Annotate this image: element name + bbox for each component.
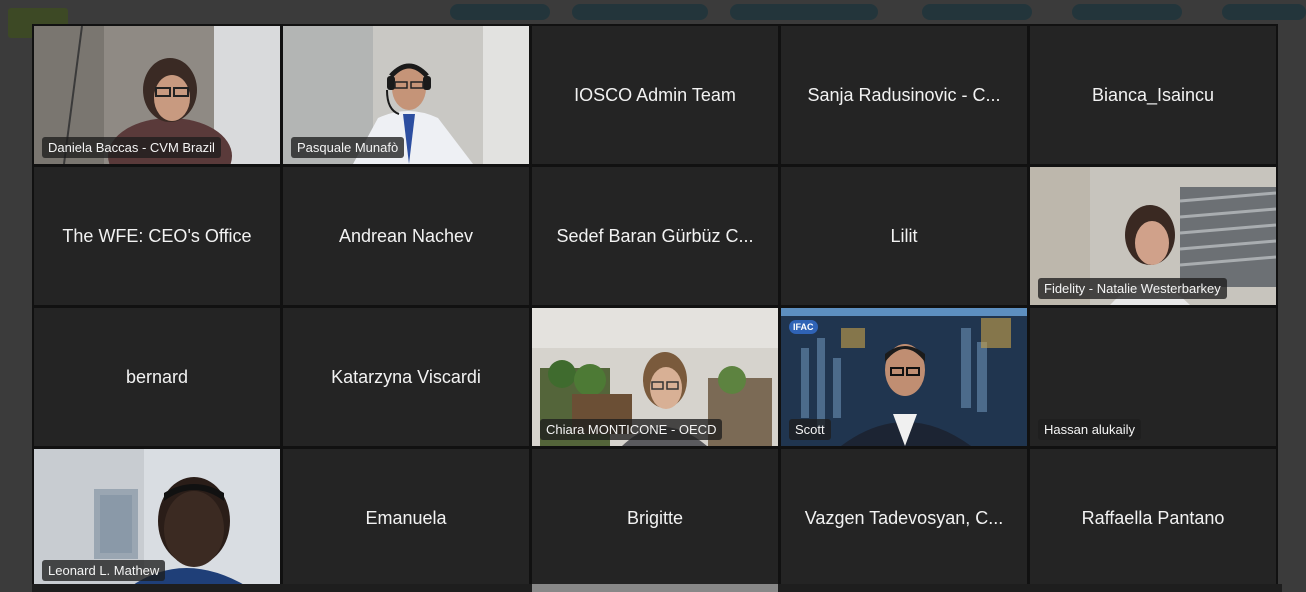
participant-tile[interactable]: Raffaella Pantano [1030,449,1276,587]
participant-name: The WFE: CEO's Office [62,225,252,246]
participant-name: Katarzyna Viscardi [331,366,481,387]
participant-tile-video[interactable]: IFAC Scott [781,308,1027,446]
ifac-logo: IFAC [789,320,818,334]
participant-name: Andrean Nachev [338,225,474,246]
participant-name-label: Leonard L. Mathew [42,560,166,581]
participant-tile[interactable]: Emanuela [283,449,529,587]
next-row-peek [32,584,1282,592]
participant-tile[interactable]: Vazgen Tadevosyan, C... [781,449,1027,587]
participant-tile[interactable]: Bianca_Isaincu [1030,26,1276,164]
participant-name-label: Scott [789,419,831,440]
participant-tile-video[interactable]: Daniela Baccas - CVM Brazil [34,26,280,164]
video-gallery: Daniela Baccas - CVM Brazil Pasquale Mun… [32,24,1278,589]
participant-name-label: Daniela Baccas - CVM Brazil [42,137,221,158]
participant-tile-video[interactable]: Pasquale Munafò [283,26,529,164]
participant-name: Emanuela [365,507,447,528]
participant-name: IOSCO Admin Team [574,84,736,105]
participant-tile[interactable]: IOSCO Admin Team [532,26,778,164]
participant-tile[interactable]: Brigitte [532,449,778,587]
participant-tile-video[interactable]: Chiara MONTICONE - OECD [532,308,778,446]
participant-tile[interactable]: Hassan alukaily [1030,308,1276,446]
participant-name-label: Pasquale Munafò [291,137,405,158]
participant-name: Brigitte [626,507,684,528]
participant-tile[interactable]: Lilit [781,167,1027,305]
participant-tile[interactable]: The WFE: CEO's Office [34,167,280,305]
participant-tile[interactable]: Sedef Baran Gürbüz C... [532,167,778,305]
participant-name-label: Fidelity - Natalie Westerbarkey [1038,278,1227,299]
participant-name: Sedef Baran Gürbüz C... [556,225,754,246]
participant-tile[interactable]: Sanja Radusinovic - C... [781,26,1027,164]
next-row-video-peek [532,584,778,592]
participant-name: Sanja Radusinovic - C... [807,84,1001,105]
participant-tile-video[interactable]: Fidelity - Natalie Westerbarkey [1030,167,1276,305]
participant-tile-video[interactable]: Leonard L. Mathew [34,449,280,587]
participant-name-label: Hassan alukaily [1038,419,1142,440]
participant-tile[interactable]: bernard [34,308,280,446]
participant-tile[interactable]: Andrean Nachev [283,167,529,305]
participant-name: Bianca_Isaincu [1091,84,1215,105]
participant-name: Vazgen Tadevosyan, C... [804,507,1004,528]
participant-name: Lilit [890,225,918,246]
participant-name: bernard [125,366,189,387]
participant-name-label: Chiara MONTICONE - OECD [540,419,723,440]
participant-tile[interactable]: Katarzyna Viscardi [283,308,529,446]
participant-name: Raffaella Pantano [1081,507,1225,528]
